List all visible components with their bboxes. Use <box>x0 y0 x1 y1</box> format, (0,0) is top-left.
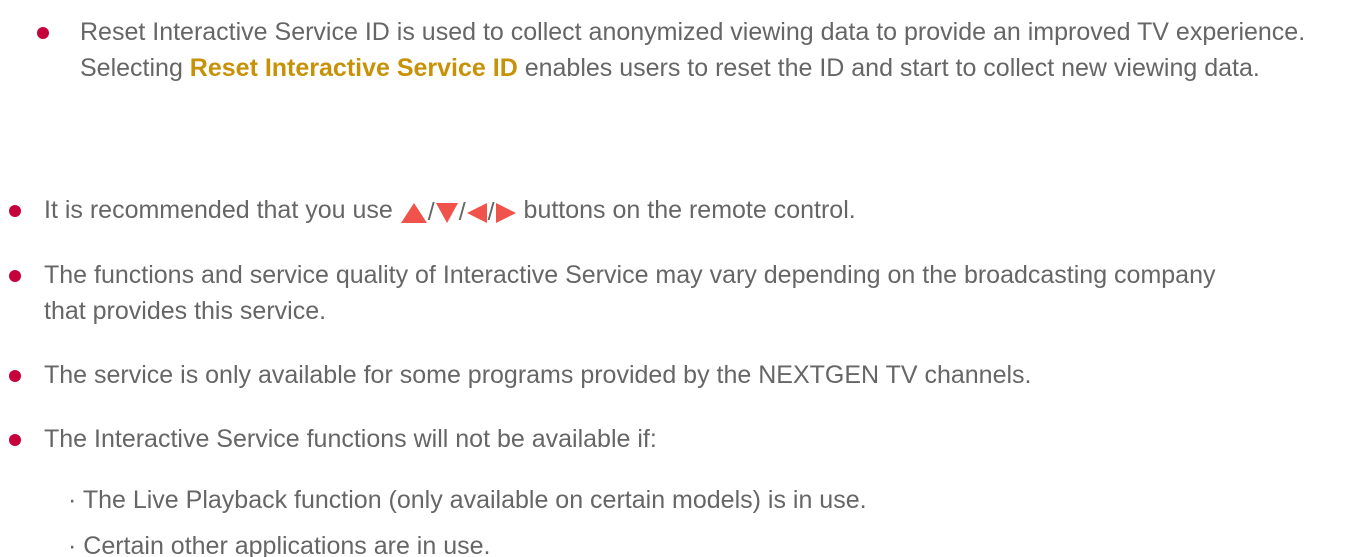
sub-item-other-apps: · Certain other applications are in use. <box>68 532 491 557</box>
reset-text-after: enables users to reset the ID and start … <box>517 54 1260 82</box>
bullet-dot <box>9 370 21 382</box>
left-arrow-icon <box>466 203 487 224</box>
separator: / <box>427 198 435 226</box>
availability-text: The service is only available for some p… <box>44 361 1032 389</box>
list-item-text: The Interactive Service functions will n… <box>44 421 1334 457</box>
bullet-dot <box>37 27 49 39</box>
functions-text: The functions and service quality of Int… <box>44 261 1216 325</box>
recommend-text-before: It is recommended that you use <box>44 196 400 224</box>
bullet-dot <box>9 270 21 282</box>
recommend-text-after: buttons on the remote control. <box>516 196 856 224</box>
sub-item-live-playback: · The Live Playback function (only avail… <box>68 486 867 514</box>
direction-buttons: / / / <box>400 194 517 230</box>
bullet-dot <box>9 205 21 217</box>
list-item-text: The functions and service quality of Int… <box>44 257 1224 329</box>
down-arrow-icon <box>435 203 458 224</box>
right-arrow-icon <box>495 203 516 224</box>
not-available-text: The Interactive Service functions will n… <box>44 425 657 453</box>
up-arrow-icon <box>400 203 427 224</box>
reset-id-highlight: Reset Interactive Service ID <box>189 54 518 82</box>
bullet-dot <box>9 434 21 446</box>
list-item-text: The service is only available for some p… <box>44 357 1354 393</box>
list-item-text: It is recommended that you use / / / butto… <box>44 192 1334 230</box>
separator: / <box>487 198 495 226</box>
list-item-text: Reset Interactive Service ID is used to … <box>80 14 1320 86</box>
separator: / <box>458 198 466 226</box>
